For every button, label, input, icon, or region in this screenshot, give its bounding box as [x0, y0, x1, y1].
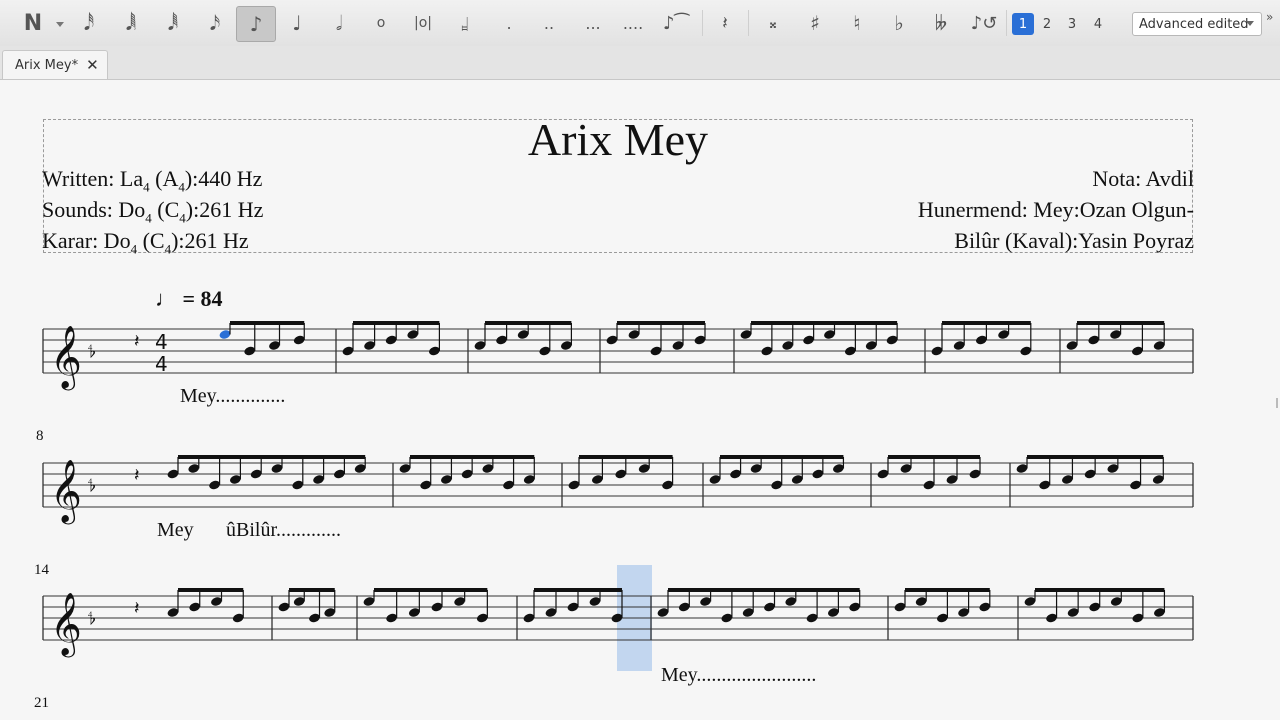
lyric[interactable]: Mey..............: [180, 385, 285, 408]
scrollbar-thumb[interactable]: [1276, 398, 1278, 408]
voice-1-button[interactable]: 1: [1012, 13, 1034, 35]
lyric[interactable]: Mey........................: [661, 664, 816, 687]
chevron-down-icon[interactable]: [56, 22, 64, 27]
measure-number: 21: [34, 695, 49, 711]
measure-number: 14: [34, 562, 49, 578]
measure-number: 8: [36, 428, 44, 444]
tempo-marking[interactable]: ♩ = 84: [155, 286, 223, 312]
voice-2-button[interactable]: 2: [1036, 13, 1058, 35]
header-karar-line[interactable]: Karar: Do4 (C4):261 Hz: [42, 228, 249, 257]
triple-dot-icon[interactable]: ...: [580, 6, 606, 40]
duration-1024-icon[interactable]: 𝅘𝅥𝅰: [76, 6, 102, 40]
duration-quarter-icon[interactable]: ♩: [284, 6, 310, 40]
flat-icon[interactable]: ♭: [886, 6, 912, 40]
toolbar-overflow-icon[interactable]: »: [1266, 10, 1273, 24]
close-icon[interactable]: ✕: [86, 56, 99, 74]
tab-label: Arix Mey*: [15, 57, 79, 73]
header-written-line[interactable]: Written: La4 (A4):440 Hz: [42, 166, 262, 195]
toolbar-separator: [1006, 10, 1007, 36]
duration-breve-icon[interactable]: |o|: [410, 6, 436, 40]
note-input-mode-icon[interactable]: N: [18, 6, 48, 40]
augmentation-dot-icon[interactable]: .: [496, 6, 522, 40]
duration-eighth-icon[interactable]: ♪: [236, 6, 276, 42]
note-input-toolbar: N 𝅘𝅥𝅰 𝅘𝅥𝅲 𝅘𝅥𝅱 𝅘𝅥𝅯 ♪ ♩ 𝅗𝅥 o |o| 𝆷 . .. ..…: [0, 0, 1280, 47]
lyric[interactable]: ûBilûr.............: [226, 519, 341, 542]
header-hunermend-line[interactable]: Hunermend: Mey:Ozan Olgun-: [918, 197, 1194, 223]
voice-3-button[interactable]: 3: [1061, 13, 1083, 35]
workspace-label: Advanced edited: [1139, 16, 1249, 32]
tie-icon[interactable]: ♪⁀: [660, 6, 692, 40]
header-bilur-line[interactable]: Bilûr (Kaval):Yasin Poyraz: [954, 228, 1194, 254]
flip-direction-icon[interactable]: ♪↺: [970, 6, 998, 40]
natural-icon[interactable]: ♮: [844, 6, 870, 40]
voice-4-button[interactable]: 4: [1087, 13, 1109, 35]
double-flat-icon[interactable]: 𝄫: [928, 6, 954, 40]
score-title[interactable]: Arix Mey: [0, 113, 1236, 166]
rest-icon[interactable]: 𝄽: [710, 6, 740, 40]
toolbar-separator: [702, 10, 703, 36]
sharp-icon[interactable]: ♯: [802, 6, 828, 40]
workspace-select[interactable]: Advanced edited: [1132, 12, 1262, 36]
header-sounds-line[interactable]: Sounds: Do4 (C4):261 Hz: [42, 197, 263, 226]
header-nota-line[interactable]: Nota: Avdil: [1092, 166, 1194, 192]
duration-half-icon[interactable]: 𝅗𝅥: [326, 6, 352, 40]
score-tab-bar: Arix Mey* ✕: [0, 46, 1280, 80]
toolbar-separator: [748, 10, 749, 36]
chevron-down-icon: [1246, 21, 1254, 26]
double-dot-icon[interactable]: ..: [536, 6, 562, 40]
duration-32-icon[interactable]: 𝅘𝅥𝅱: [160, 6, 186, 40]
tab-arix-mey[interactable]: Arix Mey* ✕: [2, 50, 108, 79]
duration-whole-icon[interactable]: o: [368, 6, 394, 40]
duration-16-icon[interactable]: 𝅘𝅥𝅯: [202, 6, 228, 40]
lyric[interactable]: Mey: [157, 519, 194, 542]
duration-longa-icon[interactable]: 𝆷: [452, 6, 478, 40]
quadruple-dot-icon[interactable]: ....: [620, 6, 646, 40]
duration-64-icon[interactable]: 𝅘𝅥𝅲: [118, 6, 144, 40]
double-sharp-icon[interactable]: 𝄪: [760, 6, 786, 40]
